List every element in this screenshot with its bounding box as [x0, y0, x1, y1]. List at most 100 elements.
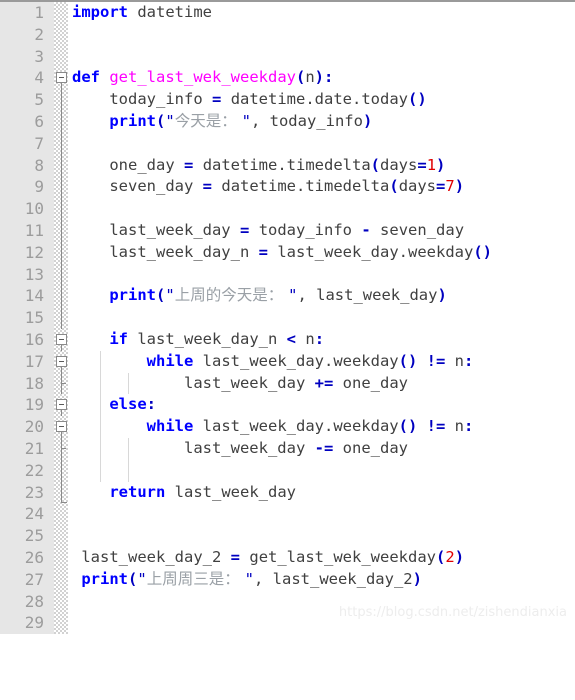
code-line[interactable]: 19 else:: [0, 394, 575, 416]
line-number: 15: [0, 307, 44, 329]
token-variable: one_day: [343, 439, 408, 457]
indent-guide: [128, 460, 129, 482]
code-line[interactable]: 1 import datetime: [0, 2, 575, 24]
fold-toggle-icon[interactable]: [56, 334, 67, 345]
code-line[interactable]: 9 seven_day = datetime.timedelta(days=7): [0, 176, 575, 198]
line-number: 4: [0, 67, 44, 89]
token-number: 7: [445, 177, 454, 195]
token-parens: (): [408, 90, 427, 108]
token-comparison: !=: [427, 417, 446, 435]
fold-toggle-icon[interactable]: [56, 399, 67, 410]
code-line[interactable]: 8 one_day = datetime.timedelta(days=1): [0, 155, 575, 177]
token-colon: :: [147, 395, 156, 413]
token-variable: last_week_day_2: [81, 548, 221, 566]
token-colon: :: [464, 352, 473, 370]
fold-toggle-icon[interactable]: [56, 356, 67, 367]
line-number: 27: [0, 569, 44, 591]
token-variable: last_week_day: [184, 439, 305, 457]
line-content: while last_week_day.weekday() != n:: [72, 351, 473, 373]
line-content: else:: [72, 394, 156, 416]
indent-guide: [100, 460, 101, 482]
token-space: [277, 330, 286, 348]
token-assign: =: [184, 156, 193, 174]
token-builtin: print: [81, 570, 128, 588]
token-assign: =: [231, 548, 240, 566]
code-line[interactable]: 3: [0, 46, 575, 68]
token-comma: ,: [254, 570, 273, 588]
token-paren-open: (: [156, 112, 165, 130]
indent-guide: [100, 394, 101, 416]
line-number: 25: [0, 525, 44, 547]
code-line[interactable]: 17 while last_week_day.weekday() != n:: [0, 351, 575, 373]
token-paren-close: ): [315, 68, 324, 86]
code-line[interactable]: 22: [0, 460, 575, 482]
line-number: 6: [0, 111, 44, 133]
fold-guide-line: [61, 345, 62, 351]
code-line[interactable]: 16 if last_week_day_n < n:: [0, 329, 575, 351]
token-variable: one_day: [343, 374, 408, 392]
code-line[interactable]: 11 last_week_day = today_info - seven_da…: [0, 220, 575, 242]
token-space: [417, 352, 426, 370]
token-number: 1: [427, 156, 436, 174]
fold-toggle-icon[interactable]: [56, 421, 67, 432]
code-line[interactable]: 13: [0, 264, 575, 286]
code-line[interactable]: 10: [0, 198, 575, 220]
code-line[interactable]: 20 while last_week_day.weekday() != n:: [0, 416, 575, 438]
code-line[interactable]: 27 print("上周周三是： ", last_week_day_2): [0, 569, 575, 591]
token-indent: [72, 221, 109, 239]
line-content: return last_week_day: [72, 482, 296, 504]
token-space: [128, 3, 137, 21]
token-keyword: if: [109, 330, 128, 348]
token-space: [165, 483, 174, 501]
fold-guide-line: [61, 220, 62, 242]
token-paren-open: (: [156, 286, 165, 304]
fold-toggle-icon[interactable]: [56, 72, 67, 83]
code-line[interactable]: 15: [0, 307, 575, 329]
fold-guide-line: [61, 133, 62, 155]
token-comma: ,: [297, 286, 316, 304]
line-number: 3: [0, 46, 44, 68]
fold-guide-line: [61, 242, 62, 264]
token-keyword: import: [72, 3, 128, 21]
token-paren-open: (: [128, 570, 137, 588]
line-number: 7: [0, 133, 44, 155]
token-keyword: def: [72, 68, 100, 86]
token-builtin: print: [109, 286, 156, 304]
code-line[interactable]: 7: [0, 133, 575, 155]
token-indent: [72, 548, 81, 566]
token-space: [249, 243, 258, 261]
token-space: [305, 374, 314, 392]
token-variable: n: [305, 330, 314, 348]
line-number: 20: [0, 416, 44, 438]
token-paren-close: ): [455, 177, 464, 195]
token-quote: ": [165, 112, 174, 130]
code-line[interactable]: 24: [0, 503, 575, 525]
code-line[interactable]: 21 last_week_day -= one_day: [0, 438, 575, 460]
code-editor[interactable]: 1 import datetime 2 3 4 def get_last_wek…: [0, 0, 575, 634]
code-line[interactable]: 5 today_info = datetime.date.today(): [0, 89, 575, 111]
code-line[interactable]: 26 last_week_day_2 = get_last_wek_weekda…: [0, 547, 575, 569]
token-paren-close: ): [455, 548, 464, 566]
code-line[interactable]: 4 def get_last_wek_weekday(n):: [0, 67, 575, 89]
code-line[interactable]: 6 print("今天是： ", today_info): [0, 111, 575, 133]
line-content: last_week_day += one_day: [72, 373, 408, 395]
token-assign: =: [203, 177, 212, 195]
token-parens: (): [399, 352, 418, 370]
code-line[interactable]: 23 return last_week_day: [0, 482, 575, 504]
token-indent: [72, 570, 81, 588]
code-line[interactable]: 25: [0, 525, 575, 547]
token-variable: one_day: [109, 156, 174, 174]
token-kwarg: days: [380, 156, 417, 174]
code-line[interactable]: 12 last_week_day_n = last_week_day.weekd…: [0, 242, 575, 264]
token-quote: ": [137, 570, 146, 588]
code-line[interactable]: 2: [0, 24, 575, 46]
token-space: [175, 156, 184, 174]
indent-guide: [128, 438, 129, 460]
line-content: print("今天是： ", today_info): [72, 111, 372, 133]
fold-guide-line: [61, 198, 62, 220]
token-variable: last_week_day_n: [137, 330, 277, 348]
code-line[interactable]: 18 last_week_day += one_day: [0, 373, 575, 395]
line-number: 22: [0, 460, 44, 482]
code-line[interactable]: 14 print("上周的今天是： ", last_week_day): [0, 285, 575, 307]
token-variable: last_week_day: [109, 221, 230, 239]
